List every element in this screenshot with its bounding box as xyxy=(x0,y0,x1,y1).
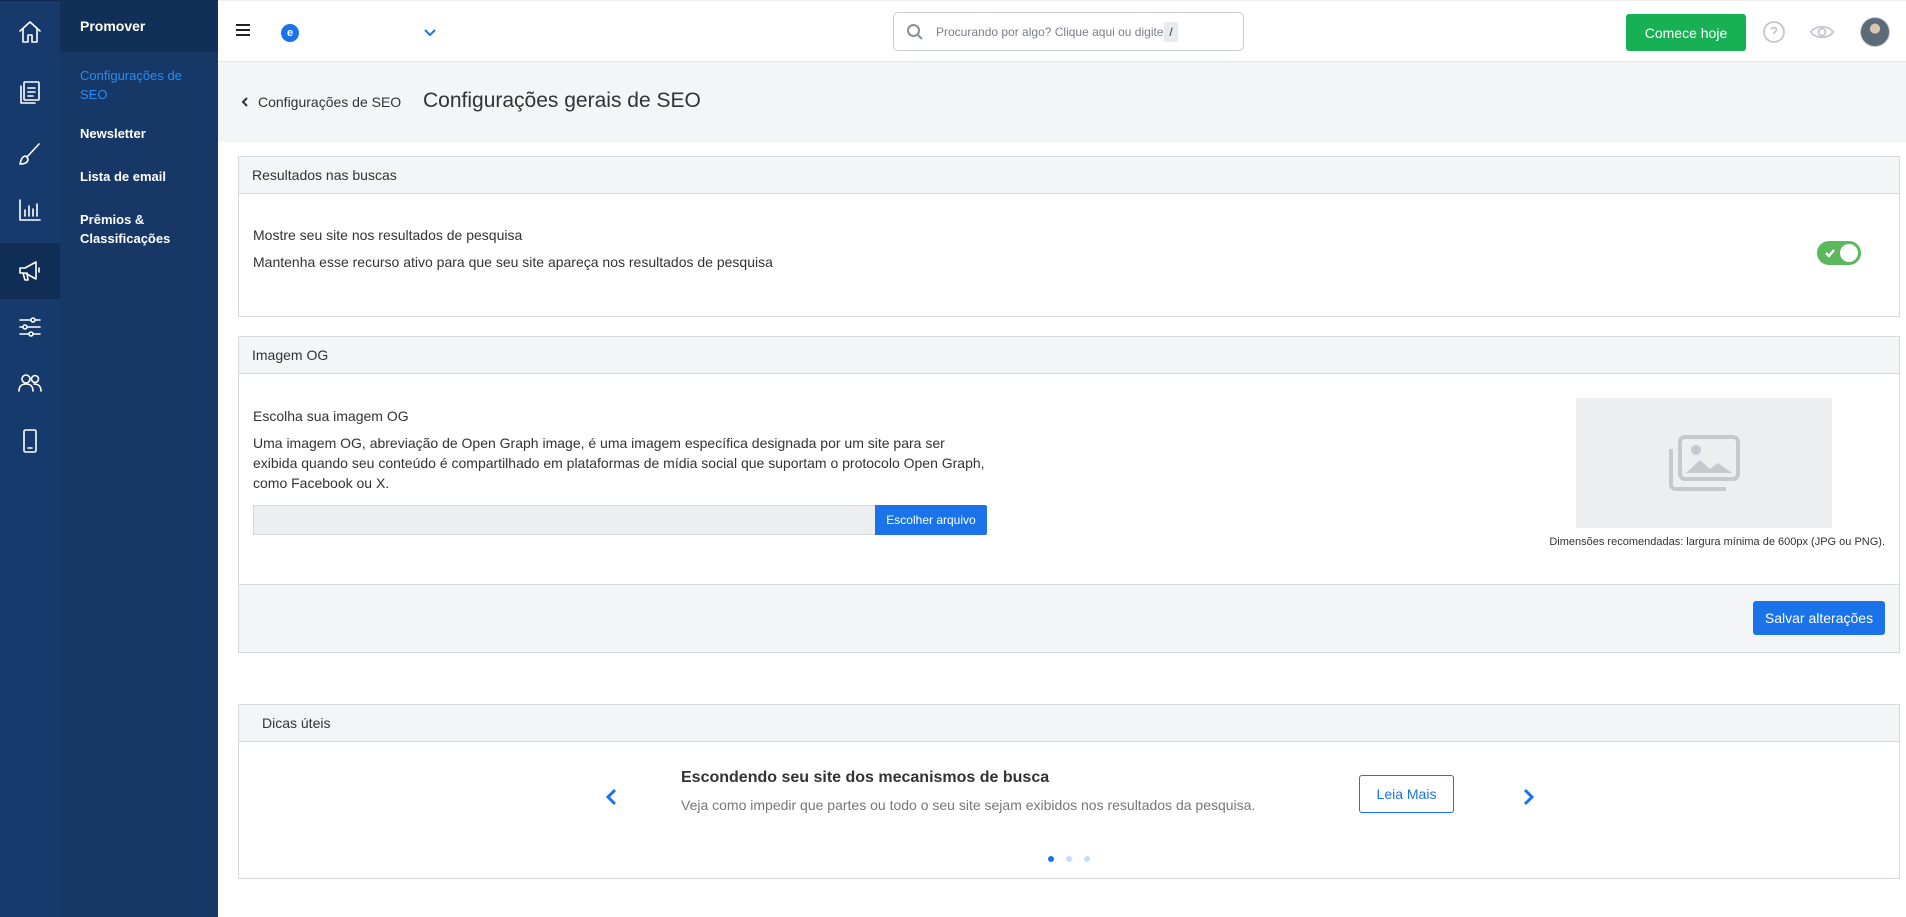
tip-description: Veja como impedir que partes ou todo o s… xyxy=(681,797,1256,813)
og-image-dimensions-note: Dimensões recomendadas: largura mínima d… xyxy=(1549,536,1885,548)
pages-icon xyxy=(20,81,40,104)
og-image-title: Escolha sua imagem OG xyxy=(253,408,409,424)
home-icon xyxy=(19,21,41,43)
subnav-title: Promover xyxy=(60,0,218,52)
save-changes-button[interactable]: Salvar alterações xyxy=(1753,601,1885,635)
rail-settings[interactable] xyxy=(0,299,60,355)
carousel-dot[interactable] xyxy=(1048,856,1054,862)
og-image-preview[interactable] xyxy=(1576,398,1832,528)
og-image-header: Imagem OG xyxy=(239,337,1899,374)
icon-rail xyxy=(0,0,60,917)
rail-users[interactable] xyxy=(0,355,60,411)
users-icon xyxy=(18,374,42,392)
search-box[interactable]: / xyxy=(893,12,1244,51)
chevron-left-icon xyxy=(605,788,617,806)
og-image-footer: Salvar alterações xyxy=(239,584,1899,652)
user-avatar[interactable] xyxy=(1860,17,1890,47)
back-link-label: Configurações de SEO xyxy=(258,94,402,110)
tips-header: Dicas úteis xyxy=(239,705,1899,742)
image-placeholder-icon xyxy=(1669,435,1740,491)
rail-promote[interactable] xyxy=(0,243,60,299)
chevron-left-icon xyxy=(241,97,248,107)
subnav-item-seo-settings[interactable]: Configurações de SEO xyxy=(60,66,218,104)
subnav-item-awards[interactable]: Prêmios & Classificações xyxy=(60,210,218,248)
help-icon xyxy=(1763,21,1785,43)
tip-title: Escondendo seu site dos mecanismos de bu… xyxy=(681,769,1050,786)
search-input[interactable] xyxy=(936,24,1164,39)
tips-card: Dicas úteis Escondendo seu site dos meca… xyxy=(238,704,1900,879)
choose-file-button[interactable]: Escolher arquivo xyxy=(875,505,987,535)
rail-mobile[interactable] xyxy=(0,413,60,469)
hamburger-icon xyxy=(236,24,250,26)
og-image-card: Imagem OG Escolha sua imagem OG Uma imag… xyxy=(238,336,1900,653)
menu-toggle-button[interactable] xyxy=(236,24,250,36)
search-icon xyxy=(907,23,923,40)
chart-icon xyxy=(19,199,41,221)
file-name-field[interactable] xyxy=(253,505,875,535)
search-shortcut-key: / xyxy=(1164,21,1178,42)
search-visibility-title: Mostre seu site nos resultados de pesqui… xyxy=(253,227,523,243)
search-results-header: Resultados nas buscas xyxy=(239,157,1899,194)
site-selector-chevron[interactable] xyxy=(423,25,437,39)
mobile-icon xyxy=(23,429,37,453)
get-started-button[interactable]: Comece hoje xyxy=(1626,14,1746,51)
subnav-item-newsletter[interactable]: Newsletter xyxy=(60,124,218,143)
carousel-dot[interactable] xyxy=(1066,856,1072,862)
megaphone-icon xyxy=(19,261,40,281)
rail-pages[interactable] xyxy=(0,64,60,120)
chevron-down-icon xyxy=(424,29,436,37)
rail-analytics[interactable] xyxy=(0,182,60,238)
eye-icon xyxy=(1809,25,1835,39)
main-content: Configurações de SEO Configurações gerai… xyxy=(218,62,1906,917)
back-link[interactable]: Configurações de SEO xyxy=(240,94,401,110)
search-visibility-toggle[interactable] xyxy=(1817,241,1861,265)
secondary-nav: Promover Configurações de SEO Newsletter… xyxy=(60,0,218,917)
page-title: Configurações gerais de SEO xyxy=(423,89,701,112)
toggle-knob xyxy=(1840,244,1858,262)
file-upload: Escolher arquivo xyxy=(253,505,987,535)
page-header: Configurações de SEO Configurações gerai… xyxy=(218,62,1906,142)
site-logo[interactable]: e xyxy=(281,24,299,42)
search-results-card: Resultados nas buscas Mostre seu site no… xyxy=(238,156,1900,317)
preview-button[interactable] xyxy=(1809,20,1835,44)
carousel-dot[interactable] xyxy=(1084,856,1090,862)
rail-home[interactable] xyxy=(0,4,60,60)
help-button[interactable] xyxy=(1762,20,1786,44)
search-visibility-description: Mantenha esse recurso ativo para que seu… xyxy=(253,254,773,270)
og-image-description: Uma imagem OG, abreviação de Open Graph … xyxy=(253,435,985,491)
tips-prev-button[interactable] xyxy=(602,787,622,807)
brush-icon xyxy=(19,143,40,165)
read-more-button[interactable]: Leia Mais xyxy=(1359,775,1454,813)
top-bar: e / Comece hoje xyxy=(218,0,1906,62)
sliders-icon xyxy=(19,317,41,337)
chevron-right-icon xyxy=(1523,788,1535,806)
tips-next-button[interactable] xyxy=(1518,787,1538,807)
subnav-item-email-list[interactable]: Lista de email xyxy=(60,167,218,186)
carousel-dots xyxy=(1048,856,1090,862)
check-icon xyxy=(1824,246,1836,258)
rail-design[interactable] xyxy=(0,126,60,182)
